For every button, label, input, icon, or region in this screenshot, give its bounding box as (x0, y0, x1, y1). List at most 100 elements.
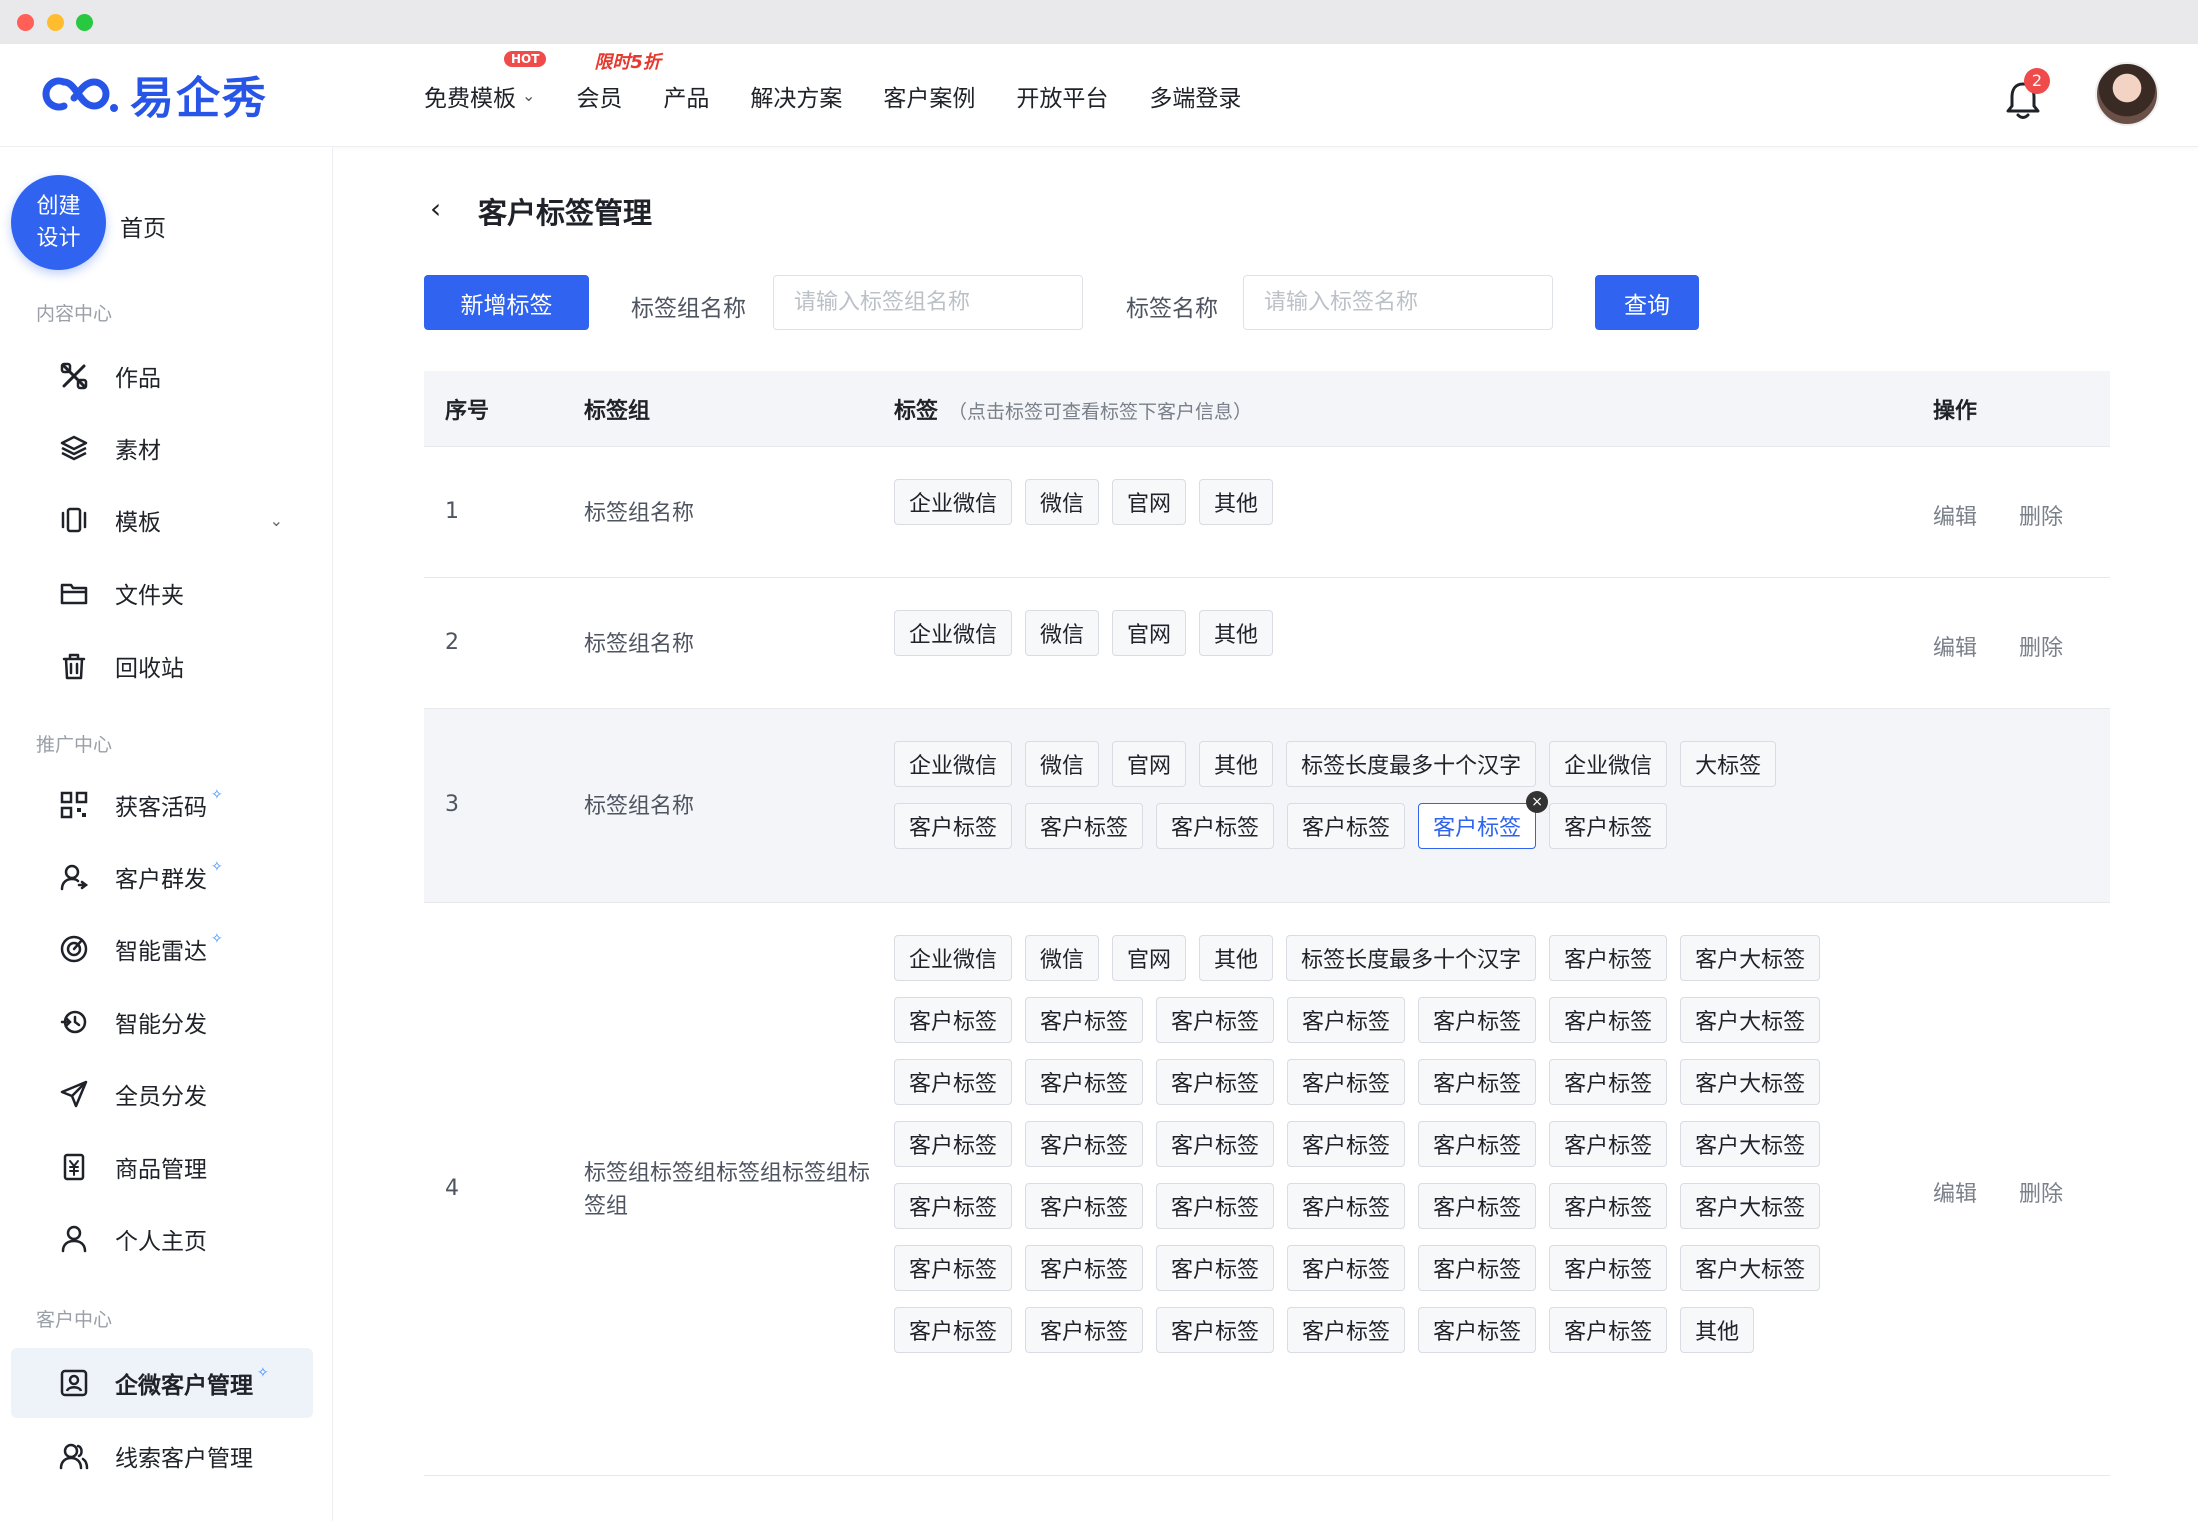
nav-multi-login[interactable]: 多端登录 (1149, 79, 1241, 113)
tag-chip[interactable]: 客户标签 (1156, 803, 1275, 849)
tag-chip[interactable]: 客户标签 (1418, 1121, 1537, 1167)
group-name-input[interactable] (773, 275, 1083, 330)
tag-chip[interactable]: 客户标签 (1156, 1121, 1275, 1167)
tag-chip[interactable]: 微信 (1025, 479, 1100, 525)
tag-chip[interactable]: 其他 (1199, 741, 1274, 787)
tag-chip[interactable]: 微信 (1025, 935, 1100, 981)
tag-chip[interactable]: 客户标签 (1549, 1245, 1668, 1291)
tag-chip[interactable]: 其他 (1199, 610, 1274, 656)
tag-chip[interactable]: 客户标签 (1025, 1245, 1144, 1291)
tag-chip[interactable]: 客户大标签 (1680, 1121, 1821, 1167)
tag-chip[interactable]: 客户标签 (1418, 1059, 1537, 1105)
edit-button[interactable]: 编辑 (1933, 1176, 1977, 1208)
sidebar-item-home[interactable]: 首页 (120, 209, 166, 243)
logo[interactable]: 易企秀 (30, 68, 268, 124)
tag-chip[interactable]: 客户标签 (894, 803, 1013, 849)
create-design-button[interactable]: 创建 设计 (11, 175, 106, 270)
tag-chip[interactable]: 其他 (1199, 935, 1274, 981)
tag-chip[interactable]: 客户标签 (1025, 1307, 1144, 1353)
tag-chip[interactable]: 客户标签 (1549, 935, 1668, 981)
tag-chip[interactable]: 其他 (1199, 479, 1274, 525)
sidebar-item-folder[interactable]: 文件夹 (11, 563, 313, 623)
tag-chip[interactable]: 客户标签 (1156, 1245, 1275, 1291)
tag-chip[interactable]: 客户标签 (1549, 1307, 1668, 1353)
tag-chip[interactable]: 企业微信 (894, 741, 1013, 787)
sidebar-item-works[interactable]: 作品 (11, 346, 313, 406)
avatar[interactable] (2095, 62, 2159, 126)
add-tag-button[interactable]: 新增标签 (424, 275, 589, 330)
tag-chip[interactable]: 微信 (1025, 610, 1100, 656)
tag-chip[interactable]: 客户大标签 (1680, 935, 1821, 981)
tag-chip[interactable]: 客户标签 (1418, 1245, 1537, 1291)
tag-chip[interactable]: 标签长度最多十个汉字 (1286, 935, 1537, 981)
tag-chip[interactable]: 客户标签 × (1418, 791, 1549, 849)
tag-chip[interactable]: 客户大标签 (1680, 997, 1821, 1043)
tag-chip[interactable]: 客户标签 (1287, 1307, 1406, 1353)
tag-chip[interactable]: 客户标签 (1418, 1183, 1537, 1229)
tag-chip[interactable]: 客户标签 (1549, 1183, 1668, 1229)
nav-solutions[interactable]: 解决方案 (750, 79, 842, 113)
tag-chip[interactable]: 客户标签 (1287, 803, 1406, 849)
tag-name-input[interactable] (1243, 275, 1553, 330)
tag-chip[interactable]: 客户大标签 (1680, 1183, 1821, 1229)
tag-chip[interactable]: 客户标签 (1025, 997, 1144, 1043)
tag-chip[interactable]: 客户标签 (894, 997, 1013, 1043)
nav-membership[interactable]: 限时5折 会员 (576, 52, 661, 113)
tag-chip[interactable]: 客户标签 (894, 1183, 1013, 1229)
nav-open-platform[interactable]: 开放平台 (1016, 79, 1108, 113)
tag-chip[interactable]: 客户标签 (1025, 803, 1144, 849)
tag-chip[interactable]: 其他 (1680, 1307, 1755, 1353)
tag-chip[interactable]: 客户标签 (1418, 1307, 1537, 1353)
remove-tag-icon[interactable]: × (1526, 791, 1549, 813)
tag-chip[interactable]: 官网 (1112, 610, 1187, 656)
minimize-window-button[interactable] (47, 14, 64, 31)
tag-chip[interactable]: 客户标签 (1025, 1121, 1144, 1167)
tag-chip[interactable]: 客户标签 (1287, 1059, 1406, 1105)
sidebar-item-smart-distribute[interactable]: 智能分发 (11, 992, 313, 1052)
sidebar-item-materials[interactable]: 素材 (11, 418, 313, 478)
sidebar-item-product-management[interactable]: 商品管理 (11, 1137, 313, 1197)
tag-chip[interactable]: 客户标签 (1156, 1059, 1275, 1105)
back-arrow-icon[interactable]: ‹ (430, 192, 441, 225)
tag-chip[interactable]: 客户标签 (1156, 1307, 1275, 1353)
nav-free-templates[interactable]: HOT 免费模板 ⌄ (424, 50, 547, 113)
tag-chip[interactable]: 企业微信 (894, 610, 1013, 656)
nav-products[interactable]: 产品 (663, 79, 709, 113)
tag-chip[interactable]: 客户标签 (1287, 1183, 1406, 1229)
tag-chip[interactable]: 官网 (1112, 479, 1187, 525)
sidebar-item-all-staff-distribute[interactable]: 全员分发 (11, 1064, 313, 1124)
tag-chip[interactable]: 客户标签 (1418, 997, 1537, 1043)
delete-button[interactable]: 删除 (2019, 499, 2063, 531)
tag-chip[interactable]: 客户大标签 (1680, 1245, 1821, 1291)
query-button[interactable]: 查询 (1595, 275, 1699, 330)
tag-chip[interactable]: 企业微信 (1549, 741, 1668, 787)
tag-chip[interactable]: 标签长度最多十个汉字 (1286, 741, 1537, 787)
tag-chip[interactable]: 客户大标签 (1680, 1059, 1821, 1105)
sidebar-item-trash[interactable]: 回收站 (11, 636, 313, 696)
tag-chip[interactable]: 客户标签 (1287, 997, 1406, 1043)
edit-button[interactable]: 编辑 (1933, 499, 1977, 531)
tag-chip[interactable]: 客户标签 (1156, 997, 1275, 1043)
nav-cases[interactable]: 客户案例 (883, 79, 975, 113)
tag-chip[interactable]: 客户标签 (1025, 1183, 1144, 1229)
maximize-window-button[interactable] (76, 14, 93, 31)
sidebar-item-lead-customers[interactable]: 线索客户管理 (11, 1426, 313, 1486)
delete-button[interactable]: 删除 (2019, 1176, 2063, 1208)
tag-chip[interactable]: 企业微信 (894, 935, 1013, 981)
tag-chip[interactable]: 大标签 (1680, 741, 1777, 787)
sidebar-item-personal-home[interactable]: 个人主页 (11, 1209, 313, 1269)
close-window-button[interactable] (17, 14, 34, 31)
delete-button[interactable]: 删除 (2019, 630, 2063, 662)
tag-chip[interactable]: 客户标签 (894, 1059, 1013, 1105)
tag-chip[interactable]: 客户标签 (1549, 1121, 1668, 1167)
tag-chip[interactable]: 客户标签 (1549, 803, 1668, 849)
sidebar-item-wecom-customers[interactable]: 企微客户管理 ✧ (11, 1348, 313, 1418)
tag-chip[interactable]: 客户标签 (1287, 1121, 1406, 1167)
tag-chip[interactable]: 客户标签 (894, 1121, 1013, 1167)
edit-button[interactable]: 编辑 (1933, 630, 1977, 662)
tag-chip[interactable]: 客户标签 (894, 1245, 1013, 1291)
sidebar-item-templates[interactable]: 模板 ⌄ (11, 490, 313, 550)
tag-chip[interactable]: 客户标签 (1549, 1059, 1668, 1105)
sidebar-item-smart-radar[interactable]: 智能雷达 ✧ (11, 919, 313, 979)
sidebar-item-lead-qrcode[interactable]: 获客活码 ✧ (11, 775, 313, 835)
